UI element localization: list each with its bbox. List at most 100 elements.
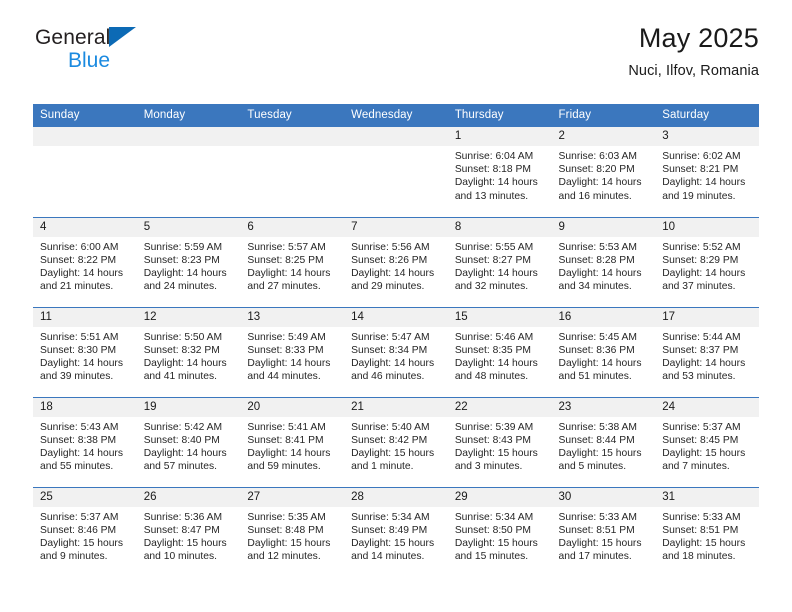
weekday-header-tuesday: Tuesday bbox=[240, 104, 345, 127]
daylight-text: and 37 minutes. bbox=[662, 281, 736, 293]
day-number: 7 bbox=[344, 217, 448, 237]
calendar-day-cell[interactable]: 2 Sunrise: 6:03 AM Sunset: 8:20 PM Daylight… bbox=[551, 127, 656, 217]
daylight-text: and 24 minutes. bbox=[143, 281, 217, 293]
calendar-day-cell[interactable]: 26 Sunrise: 5:36 AM Sunset: 8:47 PM Dayligh… bbox=[136, 486, 241, 577]
sunrise-text: Sunrise: 6:03 AM bbox=[558, 151, 637, 162]
daylight-text: and 1 minute. bbox=[351, 461, 414, 473]
daylight-text: and 57 minutes. bbox=[143, 461, 217, 473]
sunset-text: Sunset: 8:30 PM bbox=[40, 344, 117, 356]
calendar-day-cell[interactable]: 17 Sunrise: 5:44 AM Sunset: 8:37 PM Dayligh… bbox=[655, 306, 759, 397]
calendar-day-cell[interactable]: 7 Sunrise: 5:56 AM Sunset: 8:26 PM Daylight… bbox=[344, 216, 448, 307]
brand-logo[interactable]: General Blue bbox=[35, 27, 265, 85]
sunrise-text: Sunrise: 5:47 AM bbox=[351, 331, 430, 343]
daylight-text: Daylight: 14 hours bbox=[247, 447, 331, 459]
calendar-day-cell[interactable]: 13 Sunrise: 5:49 AM Sunset: 8:33 PM Dayligh… bbox=[240, 306, 345, 397]
calendar-body: 1 Sunrise: 6:04 AM Sunset: 8:18 PM Daylight… bbox=[33, 127, 759, 577]
sunrise-text: Sunrise: 5:46 AM bbox=[454, 331, 534, 343]
day-number: 5 bbox=[136, 217, 241, 237]
calendar-day-cell[interactable]: 22 Sunrise: 5:39 AM Sunset: 8:43 PM Dayligh… bbox=[447, 396, 552, 487]
calendar-day-cell[interactable]: 3 Sunrise: 6:02 AM Sunset: 8:21 PM Daylight… bbox=[655, 127, 759, 217]
day-number bbox=[240, 127, 345, 146]
sunset-text: Sunset: 8:49 PM bbox=[351, 524, 428, 536]
sun-info: Sunrise: 5:37 AM Sunset: 8:45 PM Daylight:… bbox=[655, 417, 759, 474]
calendar-day-cell[interactable]: 24 Sunrise: 5:37 AM Sunset: 8:45 PM Dayligh… bbox=[655, 396, 759, 487]
daylight-text: and 53 minutes. bbox=[662, 371, 736, 383]
day-number: 1 bbox=[447, 127, 552, 146]
daylight-text: and 34 minutes. bbox=[558, 281, 632, 293]
day-number: 30 bbox=[551, 487, 656, 507]
calendar-day-cell[interactable]: 21 Sunrise: 5:40 AM Sunset: 8:42 PM Dayligh… bbox=[344, 396, 448, 487]
daylight-text: Daylight: 15 hours bbox=[558, 447, 642, 459]
day-number bbox=[344, 127, 448, 146]
sun-info: Sunrise: 6:02 AM Sunset: 8:21 PM Daylight:… bbox=[655, 146, 759, 203]
day-number: 27 bbox=[240, 487, 345, 507]
sunrise-text: Sunrise: 5:33 AM bbox=[662, 511, 741, 523]
daylight-text: Daylight: 14 hours bbox=[558, 267, 642, 279]
calendar-day-cell[interactable]: 4 Sunrise: 6:00 AM Sunset: 8:22 PM Daylight… bbox=[33, 216, 137, 307]
day-number: 3 bbox=[655, 127, 759, 146]
daylight-text: Daylight: 14 hours bbox=[40, 357, 123, 369]
sunrise-text: Sunrise: 5:45 AM bbox=[558, 331, 637, 343]
calendar-day-cell[interactable]: 16 Sunrise: 5:45 AM Sunset: 8:36 PM Dayligh… bbox=[551, 306, 656, 397]
calendar-day-cell[interactable]: 1 Sunrise: 6:04 AM Sunset: 8:18 PM Daylight… bbox=[447, 127, 552, 217]
daylight-text: and 46 minutes. bbox=[351, 371, 425, 383]
calendar-day-cell[interactable]: 30 Sunrise: 5:33 AM Sunset: 8:51 PM Dayligh… bbox=[551, 486, 656, 577]
sunset-text: Sunset: 8:47 PM bbox=[143, 524, 220, 536]
daylight-text: Daylight: 15 hours bbox=[351, 537, 435, 549]
calendar-day-cell[interactable]: 23 Sunrise: 5:38 AM Sunset: 8:44 PM Dayligh… bbox=[551, 396, 656, 487]
daylight-text: and 41 minutes. bbox=[143, 371, 217, 383]
daylight-text: and 39 minutes. bbox=[40, 371, 114, 383]
calendar-week-row: 25 Sunrise: 5:37 AM Sunset: 8:46 PM Dayligh… bbox=[33, 486, 759, 577]
calendar-day-cell[interactable]: 6 Sunrise: 5:57 AM Sunset: 8:25 PM Daylight… bbox=[240, 216, 345, 307]
daylight-text: and 18 minutes. bbox=[662, 551, 736, 563]
calendar-day-cell[interactable]: 27 Sunrise: 5:35 AM Sunset: 8:48 PM Dayligh… bbox=[240, 486, 345, 577]
sun-info: Sunrise: 5:45 AM Sunset: 8:36 PM Daylight:… bbox=[552, 327, 656, 384]
sun-info: Sunrise: 5:34 AM Sunset: 8:50 PM Daylight:… bbox=[448, 507, 552, 564]
sun-info: Sunrise: 5:33 AM Sunset: 8:51 PM Daylight:… bbox=[552, 507, 656, 564]
daylight-text: Daylight: 15 hours bbox=[40, 537, 123, 549]
day-number bbox=[136, 127, 241, 146]
calendar-day-cell[interactable]: 18 Sunrise: 5:43 AM Sunset: 8:38 PM Dayligh… bbox=[33, 396, 137, 487]
sunrise-text: Sunrise: 5:42 AM bbox=[143, 421, 223, 433]
sunrise-text: Sunrise: 5:53 AM bbox=[558, 241, 637, 253]
sunrise-text: Sunrise: 5:50 AM bbox=[143, 331, 223, 343]
daylight-text: Daylight: 15 hours bbox=[558, 537, 642, 549]
sunset-text: Sunset: 8:29 PM bbox=[662, 254, 739, 266]
daylight-text: Daylight: 14 hours bbox=[454, 357, 538, 369]
calendar-week-row: 1 Sunrise: 6:04 AM Sunset: 8:18 PM Daylight… bbox=[33, 127, 759, 217]
calendar-day-cell[interactable]: 12 Sunrise: 5:50 AM Sunset: 8:32 PM Dayligh… bbox=[136, 306, 241, 397]
weekday-header-wednesday: Wednesday bbox=[344, 104, 448, 127]
calendar-day-cell[interactable]: 31 Sunrise: 5:33 AM Sunset: 8:51 PM Dayligh… bbox=[655, 486, 759, 577]
calendar-day-cell-empty bbox=[240, 127, 345, 217]
calendar-day-cell[interactable]: 19 Sunrise: 5:42 AM Sunset: 8:40 PM Dayligh… bbox=[136, 396, 241, 487]
sunrise-text: Sunrise: 5:33 AM bbox=[558, 511, 637, 523]
sunrise-text: Sunrise: 5:52 AM bbox=[662, 241, 741, 253]
sunrise-text: Sunrise: 5:39 AM bbox=[454, 421, 534, 433]
calendar-day-cell[interactable]: 5 Sunrise: 5:59 AM Sunset: 8:23 PM Daylight… bbox=[136, 216, 241, 307]
calendar-day-cell[interactable]: 29 Sunrise: 5:34 AM Sunset: 8:50 PM Dayligh… bbox=[447, 486, 552, 577]
day-number: 6 bbox=[240, 217, 345, 237]
calendar-day-cell[interactable]: 14 Sunrise: 5:47 AM Sunset: 8:34 PM Dayligh… bbox=[344, 306, 448, 397]
sun-info: Sunrise: 5:57 AM Sunset: 8:25 PM Daylight:… bbox=[240, 237, 344, 294]
daylight-text: and 9 minutes. bbox=[40, 551, 108, 563]
page-title: May 2025 bbox=[638, 23, 759, 53]
daylight-text: Daylight: 15 hours bbox=[454, 447, 538, 459]
daylight-text: and 12 minutes. bbox=[247, 551, 321, 563]
sunset-text: Sunset: 8:51 PM bbox=[662, 524, 739, 536]
sunrise-text: Sunrise: 5:37 AM bbox=[662, 421, 741, 433]
daylight-text: Daylight: 14 hours bbox=[662, 357, 746, 369]
sunset-text: Sunset: 8:48 PM bbox=[247, 524, 324, 536]
calendar-day-cell[interactable]: 10 Sunrise: 5:52 AM Sunset: 8:29 PM Dayligh… bbox=[655, 216, 759, 307]
sunrise-text: Sunrise: 5:55 AM bbox=[454, 241, 534, 253]
calendar-day-cell[interactable]: 25 Sunrise: 5:37 AM Sunset: 8:46 PM Dayligh… bbox=[33, 486, 137, 577]
triangle-logo-icon bbox=[109, 27, 137, 47]
day-number: 26 bbox=[136, 487, 241, 507]
calendar-day-cell[interactable]: 20 Sunrise: 5:41 AM Sunset: 8:41 PM Dayligh… bbox=[240, 396, 345, 487]
daylight-text: Daylight: 14 hours bbox=[558, 357, 642, 369]
sunset-text: Sunset: 8:20 PM bbox=[558, 164, 635, 176]
calendar-day-cell[interactable]: 9 Sunrise: 5:53 AM Sunset: 8:28 PM Daylight… bbox=[551, 216, 656, 307]
calendar-day-cell[interactable]: 8 Sunrise: 5:55 AM Sunset: 8:27 PM Daylight… bbox=[447, 216, 552, 307]
calendar-day-cell[interactable]: 15 Sunrise: 5:46 AM Sunset: 8:35 PM Dayligh… bbox=[447, 306, 552, 397]
calendar-day-cell[interactable]: 28 Sunrise: 5:34 AM Sunset: 8:49 PM Dayligh… bbox=[344, 486, 448, 577]
calendar-day-cell[interactable]: 11 Sunrise: 5:51 AM Sunset: 8:30 PM Dayligh… bbox=[33, 306, 137, 397]
